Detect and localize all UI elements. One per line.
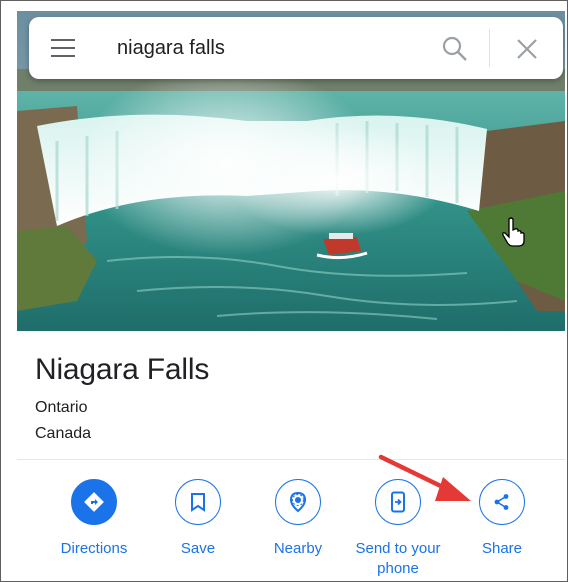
save-label: Save <box>180 540 216 557</box>
maps-panel: Niagara Falls Ontario Canada Directions … <box>0 0 568 582</box>
share-icon <box>479 479 525 525</box>
section-divider <box>17 459 565 460</box>
save-button[interactable]: Save <box>143 479 253 559</box>
close-icon[interactable] <box>513 35 541 63</box>
send-to-phone-label: Send to your phone <box>355 540 441 577</box>
directions-button[interactable]: Directions <box>39 479 149 559</box>
search-input[interactable] <box>117 33 437 63</box>
place-country: Canada <box>35 425 92 442</box>
search-bar <box>29 17 563 79</box>
search-divider <box>489 29 490 67</box>
nearby-button[interactable]: Nearby <box>243 479 353 559</box>
hamburger-menu-icon[interactable] <box>51 37 75 59</box>
place-region: Ontario <box>35 399 88 416</box>
search-icon[interactable] <box>441 35 469 63</box>
annotation-arrow-icon <box>375 451 475 511</box>
hand-pointer-cursor-icon <box>501 217 527 247</box>
directions-icon <box>71 479 117 525</box>
directions-label: Directions <box>60 540 128 557</box>
place-title: Niagara Falls <box>35 353 210 386</box>
nearby-icon <box>275 479 321 525</box>
bookmark-icon <box>175 479 221 525</box>
nearby-label: Nearby <box>273 540 323 557</box>
share-label: Share <box>481 540 523 557</box>
